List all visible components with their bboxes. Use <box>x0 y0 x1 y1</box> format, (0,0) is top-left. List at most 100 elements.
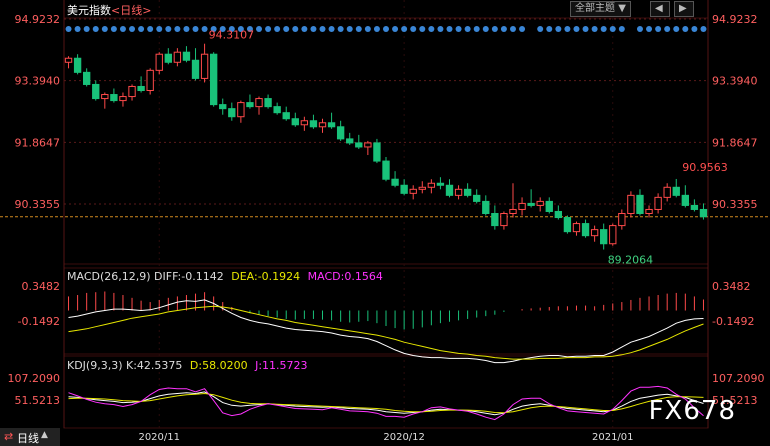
candle-body <box>609 225 617 245</box>
candle-body <box>373 142 381 162</box>
event-marker <box>591 26 598 32</box>
candle-body <box>491 212 499 227</box>
event-marker <box>355 26 362 32</box>
chart-canvas[interactable]: 94.9232 94.9232 93.3940 93.3940 91.8647 91.86… <box>0 0 770 446</box>
event-marker <box>373 26 380 32</box>
candle-body <box>436 182 445 186</box>
candle-body <box>318 122 327 128</box>
recent-high-annotation: 90.9563 <box>682 161 728 174</box>
low-annotation: 89.2064 <box>608 254 654 267</box>
candle-body <box>473 194 481 202</box>
event-marker <box>691 26 698 32</box>
event-marker <box>700 26 707 32</box>
price-tick-right: 90.3355 <box>712 198 758 211</box>
macd-tick-left: -0.1492 <box>18 315 60 328</box>
event-marker <box>319 26 326 32</box>
candle-body <box>355 142 363 148</box>
event-marker <box>419 26 426 32</box>
candle-body <box>309 120 318 128</box>
event-marker <box>174 26 181 32</box>
kdj-tick-left: 107.2090 <box>8 372 61 385</box>
macd-tick-right: 0.3482 <box>712 280 751 293</box>
next-icon[interactable]: ▶ <box>674 1 694 17</box>
event-marker <box>464 26 471 32</box>
event-marker <box>428 26 435 32</box>
candle-body <box>200 53 209 79</box>
kdj-d-label: D:58.0200 <box>189 359 248 372</box>
event-marker <box>328 26 335 32</box>
macd-panel <box>68 291 704 364</box>
candle-body <box>128 85 136 98</box>
candle-body <box>219 104 227 110</box>
event-marker <box>274 26 281 32</box>
event-marker <box>65 26 72 32</box>
candle-body <box>264 98 272 108</box>
period-tab[interactable]: ⇄ 日线 ▲ <box>0 428 60 446</box>
candle-body <box>155 53 163 71</box>
event-marker <box>500 26 507 32</box>
candle-body <box>600 229 608 245</box>
candle-body <box>681 194 689 206</box>
candle-body <box>672 186 680 196</box>
price-tick-right: 91.8647 <box>712 136 758 149</box>
candle-body <box>83 71 91 85</box>
candle-body <box>427 182 436 188</box>
event-marker <box>582 26 589 32</box>
event-marker <box>201 26 208 32</box>
candle-body <box>228 108 236 118</box>
candle-body <box>92 83 100 100</box>
event-marker <box>147 26 154 32</box>
event-marker <box>636 26 643 32</box>
event-marker <box>265 26 272 32</box>
candle-body <box>590 229 599 237</box>
instrument-title: 美元指数<日线> <box>67 2 151 18</box>
macd-legend: MACD(26,12,9) DIFF:-0.1142 DEA:-0.1924 M… <box>67 270 383 283</box>
event-marker <box>129 26 136 32</box>
period-tab-icon: ⇄ <box>4 430 14 443</box>
event-marker <box>609 26 616 32</box>
event-marker <box>292 26 299 32</box>
prev-icon[interactable]: ◀ <box>650 1 670 17</box>
candle-body <box>545 200 553 212</box>
event-marker <box>664 26 671 32</box>
date-tick: 2020/12 <box>383 432 425 443</box>
event-marker <box>74 26 81 32</box>
event-marker <box>482 26 489 32</box>
candle-body <box>509 208 517 214</box>
candle-body <box>645 208 653 214</box>
event-marker <box>110 26 117 32</box>
theme-select-button[interactable]: 全部主题 ▼ <box>570 1 631 17</box>
candle-body <box>391 178 399 186</box>
candle-body <box>690 204 699 210</box>
event-marker <box>301 26 308 32</box>
candle-body <box>291 118 299 126</box>
candle-body <box>182 51 191 61</box>
date-tick: 2021/01 <box>592 432 634 443</box>
candle-body <box>137 85 145 92</box>
price-tick-right: 94.9232 <box>712 13 758 26</box>
event-marker <box>183 26 190 32</box>
candle-body <box>119 96 127 102</box>
candle-body <box>400 184 408 194</box>
event-marker <box>437 26 444 32</box>
event-marker <box>165 26 172 32</box>
event-marker <box>655 26 662 32</box>
event-marker <box>564 26 571 32</box>
kdj-legend: KDJ(9,3,3) K:42.5375 D:58.0200 J:11.5723 <box>67 359 308 372</box>
candle-body <box>237 102 245 118</box>
candle-body <box>246 102 254 108</box>
grid-lines: 94.9232 94.9232 93.3940 93.3940 91.8647 91.86… <box>0 0 770 443</box>
event-marker <box>509 26 516 32</box>
price-tick-left: 90.3355 <box>15 198 61 211</box>
candle-body <box>581 223 590 237</box>
candle-body <box>191 59 200 79</box>
event-marker <box>600 26 607 32</box>
candle-body <box>482 200 490 214</box>
candle-body <box>554 210 563 219</box>
high-annotation: 94.3107 <box>209 29 255 42</box>
period-tab-label: 日线 <box>17 432 39 445</box>
kdj-tick-left: 51.5213 <box>15 394 61 407</box>
kdj-tick-right: 107.2090 <box>712 372 765 385</box>
candle-body <box>518 202 526 210</box>
candle-body <box>255 98 263 108</box>
